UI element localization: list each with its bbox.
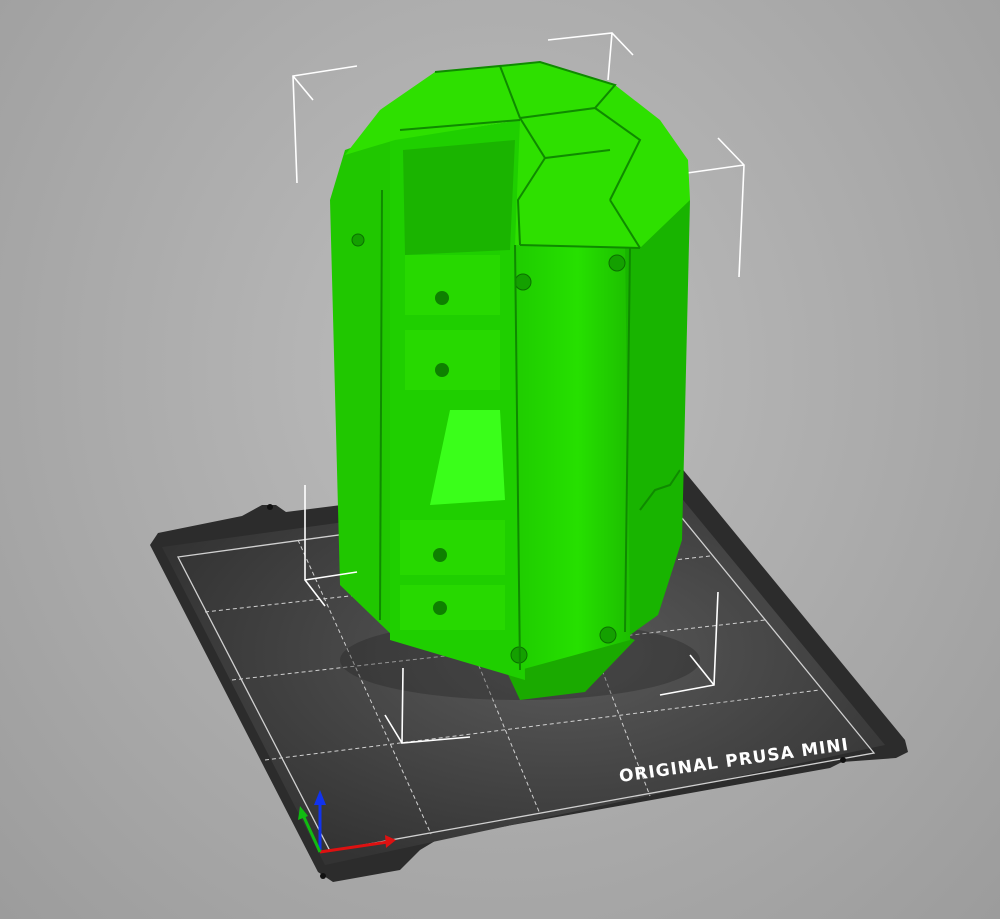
model-front-panel xyxy=(515,245,640,670)
bed-screw-hole xyxy=(840,757,846,763)
model-inner-block xyxy=(405,330,500,390)
scene-canvas[interactable]: ORIGINAL PRUSA MINI xyxy=(0,0,1000,919)
model-inner-block xyxy=(400,585,505,630)
model-cavity xyxy=(403,140,515,255)
model-left-face xyxy=(330,130,400,638)
3d-viewport[interactable]: ORIGINAL PRUSA MINI xyxy=(0,0,1000,919)
bed-screw-hole xyxy=(267,504,273,510)
model-inner-block xyxy=(400,520,505,575)
green-model[interactable] xyxy=(330,60,690,700)
model-inner-block xyxy=(405,255,500,315)
bed-screw-hole xyxy=(320,873,326,879)
